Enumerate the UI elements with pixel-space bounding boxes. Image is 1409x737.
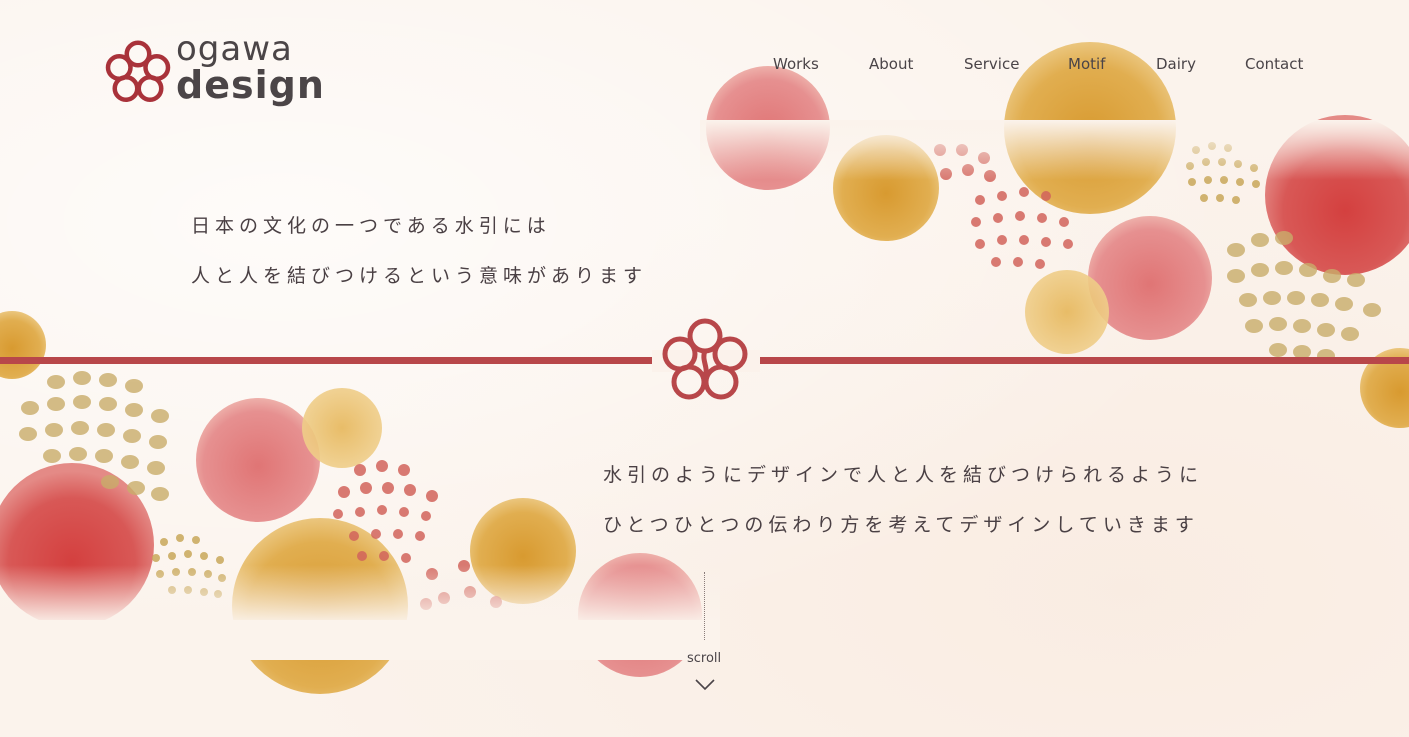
logo-wordmark: ogawa design	[176, 32, 325, 104]
hero-copy-line-1: 日本の文化の一つである水引には	[191, 215, 551, 237]
site-logo[interactable]: ogawa design	[100, 32, 324, 114]
nav-service[interactable]: Service	[964, 55, 1019, 73]
logo-line-1: ogawa	[176, 29, 293, 69]
nav-works[interactable]: Works	[773, 55, 819, 73]
hero-copy-line-3: 水引のようにデザインで人と人を結びつけられるように	[603, 464, 1204, 486]
nav-motif[interactable]: Motif	[1068, 55, 1105, 73]
nav-contact[interactable]: Contact	[1245, 55, 1303, 73]
scroll-label[interactable]: scroll	[687, 651, 721, 666]
mizuhiki-knot-icon	[662, 318, 748, 400]
nav-dairy[interactable]: Dairy	[1156, 55, 1196, 73]
logo-line-2: design	[176, 63, 325, 107]
mizuhiki-knot-icon	[105, 40, 171, 102]
hero-copy-line-4: ひとつひとつの伝わり方を考えてデザインしていきます	[603, 514, 1199, 536]
chevron-down-icon[interactable]	[694, 678, 716, 692]
scroll-dotted-line	[704, 572, 705, 640]
nav-about[interactable]: About	[869, 55, 913, 73]
hero-copy-line-2: 人と人を結びつけるという意味があります	[191, 265, 648, 287]
